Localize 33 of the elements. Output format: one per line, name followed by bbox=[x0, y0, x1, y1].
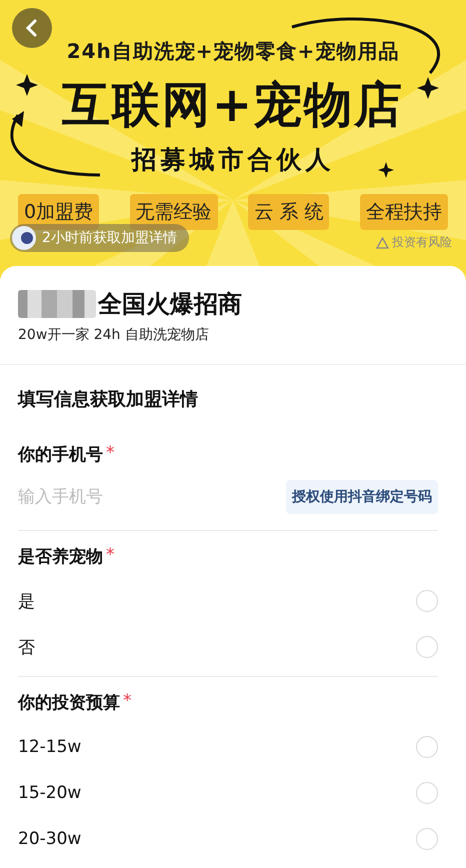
warning-icon bbox=[376, 236, 389, 248]
option-label: 否 bbox=[18, 636, 35, 658]
radio-button[interactable] bbox=[416, 782, 438, 804]
back-button[interactable] bbox=[12, 8, 52, 48]
required-mark: * bbox=[106, 443, 114, 465]
feature-tag: 云 系 统 bbox=[248, 194, 330, 230]
feature-tag: 0加盟费 bbox=[18, 194, 100, 230]
avatar-icon bbox=[12, 226, 36, 250]
feature-tag: 全程扶持 bbox=[360, 194, 448, 230]
authorize-number-button[interactable]: 授权使用抖音绑定号码 bbox=[286, 480, 438, 514]
radio-button[interactable] bbox=[416, 736, 438, 758]
banner-headline: 互联网+宠物店 bbox=[62, 76, 404, 135]
option-label: 是 bbox=[18, 590, 35, 612]
banner-subtitle: 24h自助洗宠+宠物零食+宠物用品 bbox=[66, 38, 400, 65]
field-label: 你的投资预算 bbox=[18, 692, 120, 714]
toast-text: 2小时前获取加盟详情 bbox=[42, 229, 177, 247]
option-label: 15-20w bbox=[18, 783, 82, 803]
brand-title: 全国火爆招商 bbox=[98, 289, 242, 320]
option-label: 12-15w bbox=[18, 737, 82, 757]
field-label: 你的手机号 bbox=[18, 444, 103, 466]
form-title: 填写信息获取加盟详情 bbox=[18, 388, 199, 412]
risk-note: 投资有风险 bbox=[392, 234, 452, 251]
feature-tag: 无需经验 bbox=[130, 194, 218, 230]
radio-button[interactable] bbox=[416, 828, 438, 850]
brand-subtitle: 20w开一家 24h 自助洗宠物店 bbox=[18, 326, 210, 344]
required-mark: * bbox=[123, 691, 132, 713]
banner-tagline: 招募城市合伙人 bbox=[132, 144, 334, 176]
phone-input-field[interactable]: 输入手机号 bbox=[18, 487, 198, 507]
option-label: 20-30w bbox=[18, 829, 82, 849]
field-label: 是否养宠物 bbox=[18, 546, 103, 568]
required-mark: * bbox=[106, 545, 114, 567]
radio-button[interactable] bbox=[416, 590, 438, 612]
radio-button[interactable] bbox=[416, 636, 438, 658]
